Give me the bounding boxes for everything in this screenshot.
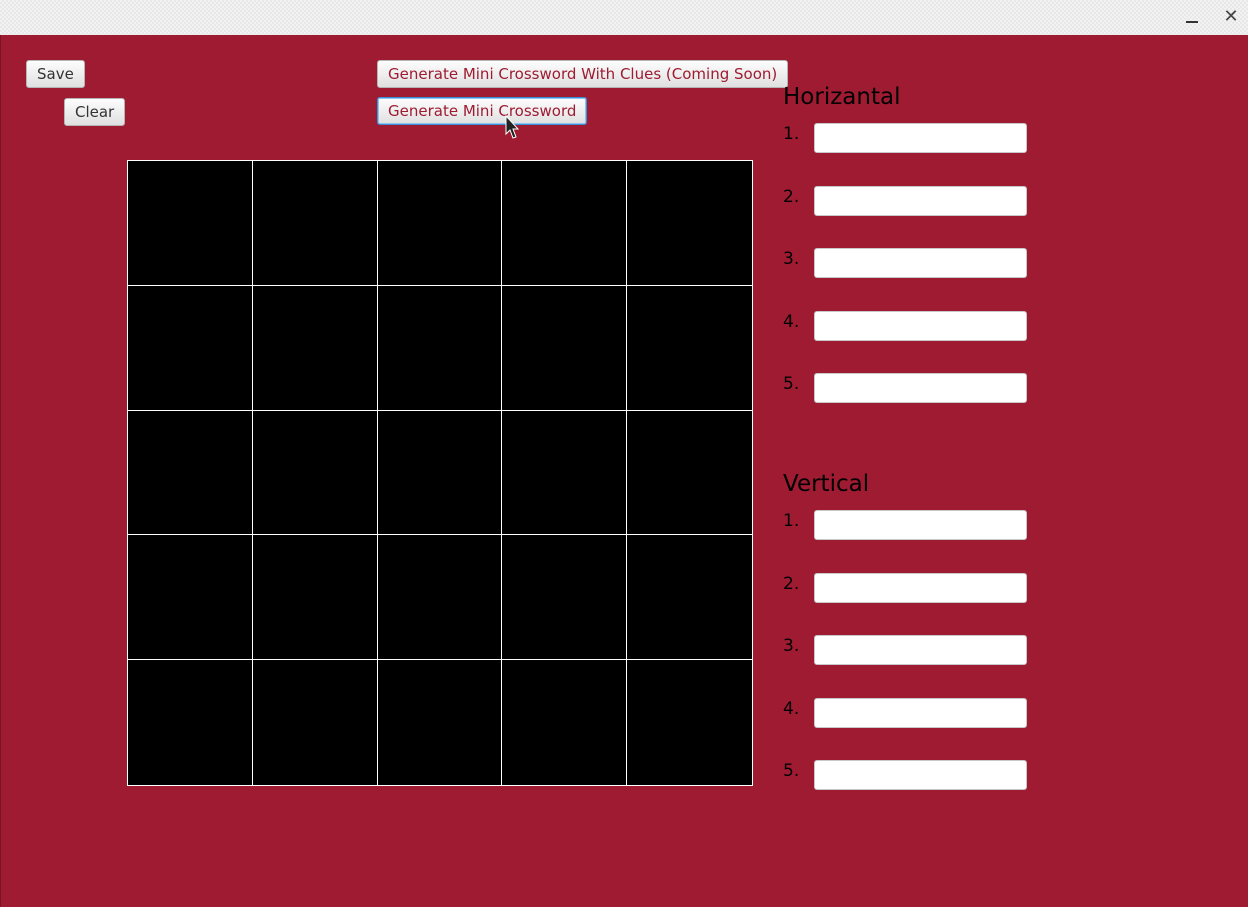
horizontal-clue-input-1[interactable] bbox=[814, 123, 1027, 153]
grid-cell[interactable] bbox=[128, 161, 253, 286]
grid-cell[interactable] bbox=[627, 660, 752, 785]
grid-cell[interactable] bbox=[502, 410, 628, 536]
grid-cell[interactable] bbox=[252, 660, 378, 785]
horizontal-clue-input-3[interactable] bbox=[814, 248, 1027, 278]
grid-cell[interactable] bbox=[377, 161, 503, 286]
horizontal-clue-input-4[interactable] bbox=[814, 310, 1027, 341]
horizontal-clue-number: 2. bbox=[783, 186, 800, 207]
vertical-clue-number: 3. bbox=[783, 636, 800, 656]
vertical-clue-input-5[interactable] bbox=[814, 760, 1027, 790]
horizontal-clue-number: 1. bbox=[783, 124, 800, 144]
vertical-clue-input-2[interactable] bbox=[814, 572, 1027, 603]
grid-cell[interactable] bbox=[377, 660, 503, 785]
grid-cell[interactable] bbox=[627, 410, 752, 536]
close-icon[interactable]: ✕ bbox=[1220, 6, 1242, 28]
grid-cell[interactable] bbox=[502, 161, 628, 286]
grid-cell[interactable] bbox=[128, 535, 253, 661]
horizontal-clues-title: Horizantal bbox=[783, 84, 901, 110]
grid-cell[interactable] bbox=[252, 410, 378, 536]
crossword-grid bbox=[127, 160, 753, 786]
vertical-clue-input-4[interactable] bbox=[814, 697, 1027, 728]
grid-cell[interactable] bbox=[252, 161, 378, 286]
grid-cell[interactable] bbox=[377, 285, 503, 411]
horizontal-clue-input-5[interactable] bbox=[814, 373, 1027, 403]
grid-cell[interactable] bbox=[252, 285, 378, 411]
save-button[interactable]: Save bbox=[26, 60, 85, 88]
vertical-clue-number: 5. bbox=[783, 761, 800, 781]
vertical-clue-number: 1. bbox=[783, 511, 800, 531]
generate-mini-crossword-button[interactable]: Generate Mini Crossword bbox=[377, 97, 588, 125]
vertical-clue-input-3[interactable] bbox=[814, 635, 1027, 665]
app-window: Save Clear Generate Mini Crossword With … bbox=[0, 35, 1248, 907]
grid-cell[interactable] bbox=[502, 285, 628, 411]
grid-cell[interactable] bbox=[627, 161, 752, 286]
grid-cell[interactable] bbox=[252, 535, 378, 661]
grid-cell[interactable] bbox=[377, 535, 503, 661]
vertical-clue-input-1[interactable] bbox=[814, 510, 1027, 540]
horizontal-clue-number: 4. bbox=[783, 311, 800, 332]
horizontal-clue-input-2[interactable] bbox=[814, 185, 1027, 216]
grid-cell[interactable] bbox=[627, 285, 752, 411]
vertical-clue-number: 2. bbox=[783, 573, 800, 594]
generate-with-clues-button[interactable]: Generate Mini Crossword With Clues (Comi… bbox=[377, 60, 789, 88]
vertical-clue-number: 4. bbox=[783, 698, 800, 719]
grid-cell[interactable] bbox=[502, 535, 628, 661]
horizontal-clue-number: 5. bbox=[783, 374, 800, 394]
title-bar: ✕ bbox=[0, 0, 1248, 35]
grid-cell[interactable] bbox=[128, 285, 253, 411]
vertical-clues-title: Vertical bbox=[783, 471, 870, 497]
grid-cell[interactable] bbox=[502, 660, 628, 785]
grid-cell[interactable] bbox=[128, 660, 253, 785]
clear-button[interactable]: Clear bbox=[64, 98, 126, 126]
grid-cell[interactable] bbox=[627, 535, 752, 661]
grid-cell[interactable] bbox=[128, 410, 253, 536]
mouse-cursor-icon bbox=[505, 115, 519, 139]
grid-cell[interactable] bbox=[377, 410, 503, 536]
minimize-icon[interactable] bbox=[1181, 6, 1203, 28]
horizontal-clue-number: 3. bbox=[783, 249, 800, 269]
